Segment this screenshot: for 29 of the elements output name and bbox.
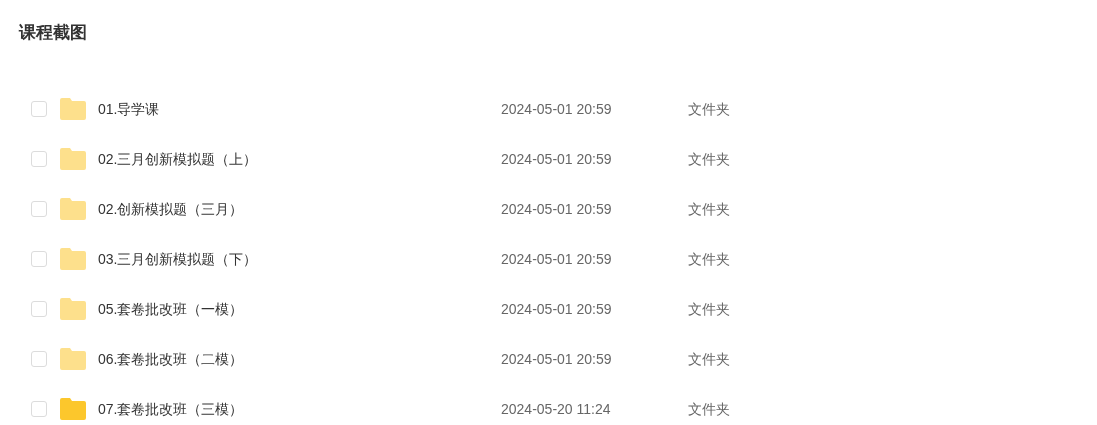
modified-date: 2024-05-01 20:59	[501, 249, 613, 269]
folder-name[interactable]: 02.创新模拟题（三月）	[98, 198, 501, 220]
folder-name[interactable]: 05.套卷批改班（一模）	[98, 298, 501, 320]
section-title: 课程截图	[19, 22, 87, 44]
checkbox[interactable]	[31, 201, 47, 217]
folder-name[interactable]: 07.套卷批改班（三模）	[98, 398, 501, 420]
file-type: 文件夹	[688, 349, 730, 369]
checkbox[interactable]	[31, 101, 47, 117]
checkbox[interactable]	[31, 301, 47, 317]
checkbox[interactable]	[31, 151, 47, 167]
modified-date: 2024-05-01 20:59	[501, 149, 613, 169]
modified-date: 2024-05-01 20:59	[501, 199, 613, 219]
folder-name[interactable]: 02.三月创新模拟题（上）	[98, 148, 501, 170]
folder-name[interactable]: 03.三月创新模拟题（下）	[98, 248, 501, 270]
file-type: 文件夹	[688, 299, 730, 319]
file-type: 文件夹	[688, 249, 730, 269]
modified-date: 2024-05-01 20:59	[501, 349, 613, 369]
checkbox[interactable]	[31, 401, 47, 417]
checkbox[interactable]	[31, 351, 47, 367]
modified-date: 2024-05-01 20:59	[501, 299, 613, 319]
checkbox[interactable]	[31, 251, 47, 267]
file-type: 文件夹	[688, 199, 730, 219]
folder-name[interactable]: 06.套卷批改班（二模）	[98, 348, 501, 370]
file-type: 文件夹	[688, 99, 730, 119]
file-type: 文件夹	[688, 399, 730, 419]
file-type: 文件夹	[688, 149, 730, 169]
folder-name[interactable]: 01.导学课	[98, 98, 501, 120]
modified-date: 2024-05-20 11:24	[501, 399, 612, 419]
modified-date: 2024-05-01 20:59	[501, 99, 613, 119]
